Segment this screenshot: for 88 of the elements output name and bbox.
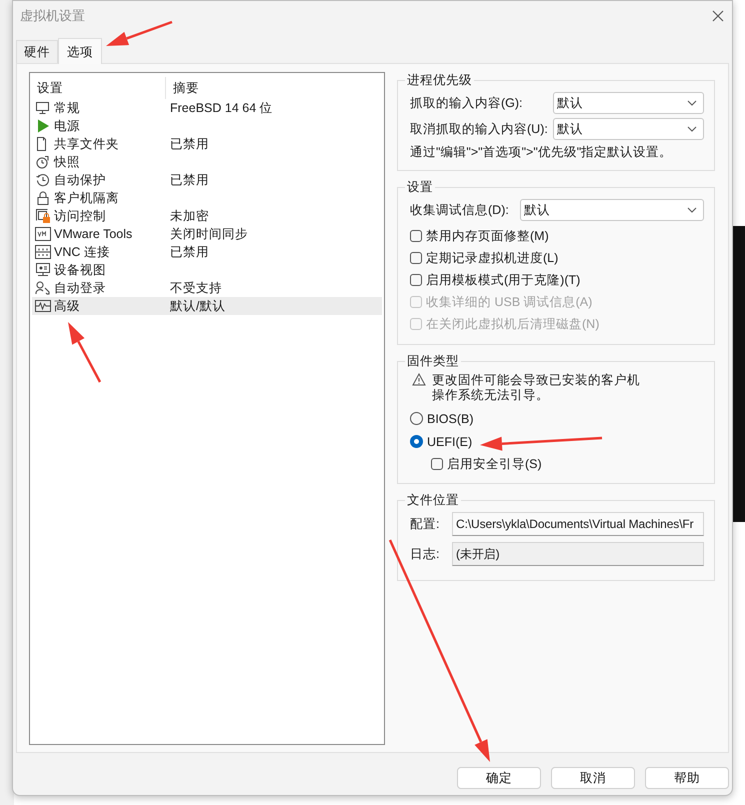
chevron-icon [687, 207, 697, 213]
hint-text: 通过"编辑">"首选项">"优先级"指定默认设置。 [410, 144, 674, 161]
settings-row[interactable]: 自动登录 不受支持 [32, 279, 382, 297]
user-key-icon [35, 280, 51, 296]
group-title: 固件类型 [406, 353, 460, 370]
waveform-icon [35, 298, 51, 314]
settings-row[interactable]: VNC 连接 已禁用 [32, 243, 382, 261]
settings-row[interactable]: 设备视图 [32, 261, 382, 279]
vm-logo-icon [35, 226, 51, 242]
settings-row[interactable]: 常规 FreeBSD 14 64 位 [32, 99, 382, 117]
annotation-arrow [68, 322, 102, 383]
annotation-arrow [106, 20, 172, 46]
checkbox-label: 启用安全引导(S) [447, 456, 542, 472]
tab[interactable]: 硬件 [16, 40, 58, 63]
network-icon [35, 244, 51, 260]
checkbox[interactable] [410, 252, 422, 264]
group-title: 文件位置 [406, 492, 460, 509]
setting-name: 客户机隔离 [54, 190, 119, 206]
setting-summary: FreeBSD 14 64 位 [170, 100, 273, 116]
history-icon [35, 172, 51, 188]
setting-summary: 未加密 [170, 208, 209, 224]
dialog-button[interactable]: 确定 [457, 767, 541, 789]
chevron-icon [687, 126, 697, 132]
setting-name: 共享文件夹 [54, 136, 119, 152]
dialog-button[interactable]: 取消 [551, 767, 635, 789]
checkbox-label: 定期记录虚拟机进度(L) [426, 250, 558, 266]
radio-label: UEFI(E) [427, 434, 472, 448]
checkbox-label: 收集详细的 USB 调试信息(A) [426, 294, 592, 310]
dialog-button[interactable]: 帮助 [645, 767, 729, 789]
checkbox[interactable] [410, 230, 422, 242]
setting-name: 电源 [54, 118, 80, 134]
setting-name: 访问控制 [54, 208, 106, 224]
setting-name: 自动保护 [54, 172, 106, 188]
group-title: 进程优先级 [406, 72, 473, 89]
radio-button[interactable] [410, 435, 423, 448]
tab[interactable]: 选项 [58, 38, 102, 64]
stopwatch-icon [35, 154, 51, 170]
setting-name: 高级 [54, 298, 80, 314]
setting-summary: 关闭时间同步 [170, 226, 248, 242]
setting-name: 常规 [54, 100, 80, 116]
setting-name: VMware Tools [54, 227, 132, 241]
checkbox-label: 启用模板模式(用于克隆)(T) [426, 272, 580, 288]
setting-summary: 不受支持 [170, 280, 222, 296]
dropdown[interactable]: 默认 [520, 199, 704, 221]
checkbox[interactable] [431, 458, 443, 470]
dropdown[interactable]: 默认 [553, 118, 704, 140]
field-label: 配置: [410, 516, 440, 532]
settings-row[interactable]: 访问控制 未加密 [32, 207, 382, 225]
setting-summary: 已禁用 [170, 244, 209, 260]
settings-row[interactable]: 客户机隔离 [32, 189, 382, 207]
checkbox-label: 在关闭此虚拟机后清理磁盘(N) [426, 316, 600, 332]
radio-button[interactable] [410, 412, 423, 425]
setting-name: 快照 [54, 154, 80, 170]
setting-name: VNC 连接 [54, 244, 110, 260]
lock-icon [35, 190, 51, 206]
column-header: 设置 [32, 77, 166, 99]
path-field[interactable]: (未开启) [452, 542, 704, 566]
settings-row[interactable]: 共享文件夹 已禁用 [32, 135, 382, 153]
checkbox-label: 禁用内存页面修整(M) [426, 228, 549, 244]
window-title: 虚拟机设置 [20, 7, 85, 25]
settings-row[interactable]: 高级 默认/默认 [32, 297, 382, 315]
warning-text: 更改固件可能会导致已安装的客户机操作系统无法引导。 [432, 373, 641, 403]
setting-summary: 已禁用 [170, 172, 209, 188]
locked-window-icon [35, 208, 51, 224]
device-icon [35, 262, 51, 278]
chevron-icon [687, 100, 697, 106]
field-label: 取消抓取的输入内容(U): [410, 120, 549, 138]
field-label: 日志: [410, 546, 440, 562]
settings-row[interactable]: VMware Tools 关闭时间同步 [32, 225, 382, 243]
setting-summary: 已禁用 [170, 136, 209, 152]
play-icon [35, 118, 51, 134]
column-header: 摘要 [172, 80, 199, 96]
setting-name: 自动登录 [54, 280, 106, 296]
settings-row[interactable]: 自动保护 已禁用 [32, 171, 382, 189]
settings-row[interactable]: 电源 [32, 117, 382, 135]
path-field[interactable]: C:\Users\ykla\Documents\Virtual Machines\Fr [452, 512, 704, 536]
checkbox[interactable] [410, 274, 422, 286]
setting-name: 设备视图 [54, 262, 106, 278]
field-label: 抓取的输入内容(G): [410, 94, 524, 112]
monitor-icon [35, 100, 51, 116]
group-title: 设置 [406, 179, 434, 196]
dropdown[interactable]: 默认 [553, 92, 704, 114]
settings-row[interactable]: 快照 [32, 153, 382, 171]
field-label: 收集调试信息(D): [410, 202, 510, 218]
radio-label: BIOS(B) [427, 412, 474, 426]
warning-icon [412, 373, 426, 386]
close-icon[interactable] [712, 10, 724, 22]
setting-summary: 默认/默认 [170, 298, 226, 314]
